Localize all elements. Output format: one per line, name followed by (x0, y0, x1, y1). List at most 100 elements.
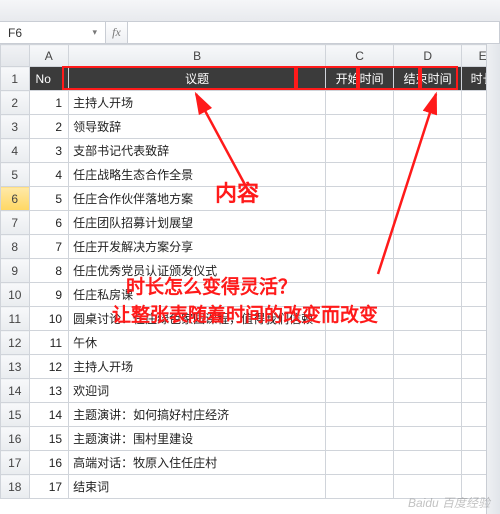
row-header[interactable]: 10 (1, 283, 30, 307)
cell-start[interactable] (326, 115, 394, 139)
cell-no[interactable]: 6 (29, 211, 69, 235)
cell-no[interactable]: 12 (29, 355, 69, 379)
cell-start[interactable] (326, 355, 394, 379)
cell-no[interactable]: 10 (29, 307, 69, 331)
col-A[interactable]: A (29, 45, 69, 67)
row-header[interactable]: 11 (1, 307, 30, 331)
cell-topic[interactable]: 任庄合作伙伴落地方案 (69, 187, 326, 211)
cell-end[interactable] (394, 331, 462, 355)
cell-start[interactable] (326, 163, 394, 187)
cell-end[interactable] (394, 235, 462, 259)
cell-start[interactable] (326, 235, 394, 259)
cell-no[interactable]: 1 (29, 91, 69, 115)
cell-end[interactable] (394, 355, 462, 379)
fx-icon[interactable]: fx (106, 22, 128, 43)
cell-start[interactable] (326, 259, 394, 283)
cell-topic[interactable]: 主持人开场 (69, 91, 326, 115)
spreadsheet-grid[interactable]: A B C D E 1 No 议题 开始时间 结束时间 时长 21主持人开场32… (0, 44, 500, 514)
cell-end[interactable] (394, 139, 462, 163)
cell-start[interactable] (326, 331, 394, 355)
cell-topic[interactable]: 领导致辞 (69, 115, 326, 139)
cell-no[interactable]: 7 (29, 235, 69, 259)
hdr-start[interactable]: 开始时间 (326, 67, 394, 91)
cell-end[interactable] (394, 379, 462, 403)
cell-no[interactable]: 17 (29, 475, 69, 499)
col-C[interactable]: C (326, 45, 394, 67)
cell-no[interactable]: 4 (29, 163, 69, 187)
cell-end[interactable] (394, 475, 462, 499)
cell-start[interactable] (326, 139, 394, 163)
hdr-topic[interactable]: 议题 (69, 67, 326, 91)
col-D[interactable]: D (394, 45, 462, 67)
cell-end[interactable] (394, 115, 462, 139)
formula-bar[interactable] (128, 22, 500, 43)
row-header[interactable]: 2 (1, 91, 30, 115)
cell-topic[interactable]: 任庄优秀党员认证颁发仪式 (69, 259, 326, 283)
cell-start[interactable] (326, 451, 394, 475)
cell-end[interactable] (394, 187, 462, 211)
cell-topic[interactable]: 午休 (69, 331, 326, 355)
row-header[interactable]: 14 (1, 379, 30, 403)
row-header[interactable]: 13 (1, 355, 30, 379)
select-all-corner[interactable] (1, 45, 30, 67)
cell-no[interactable]: 11 (29, 331, 69, 355)
row-header[interactable]: 3 (1, 115, 30, 139)
cell-topic[interactable]: 主题演讲：围村里建设 (69, 427, 326, 451)
cell-no[interactable]: 13 (29, 379, 69, 403)
name-box-dropdown-icon[interactable]: ▾ (92, 27, 97, 38)
hdr-no[interactable]: No (29, 67, 69, 91)
cell-end[interactable] (394, 403, 462, 427)
row-header[interactable]: 12 (1, 331, 30, 355)
cell-no[interactable]: 15 (29, 427, 69, 451)
row-header[interactable]: 5 (1, 163, 30, 187)
row-header[interactable]: 4 (1, 139, 30, 163)
cell-end[interactable] (394, 259, 462, 283)
row-header[interactable]: 15 (1, 403, 30, 427)
row-header[interactable]: 7 (1, 211, 30, 235)
row-header[interactable]: 9 (1, 259, 30, 283)
hdr-end[interactable]: 结束时间 (394, 67, 462, 91)
cell-start[interactable] (326, 211, 394, 235)
cell-no[interactable]: 9 (29, 283, 69, 307)
cell-start[interactable] (326, 379, 394, 403)
cell-topic[interactable]: 任庄开发解决方案分享 (69, 235, 326, 259)
cell-start[interactable] (326, 91, 394, 115)
cell-topic[interactable]: 任庄私房课 (69, 283, 326, 307)
cell-topic[interactable]: 欢迎词 (69, 379, 326, 403)
cell-topic[interactable]: 主持人开场 (69, 355, 326, 379)
cell-end[interactable] (394, 211, 462, 235)
row-header[interactable]: 17 (1, 451, 30, 475)
cell-no[interactable]: 3 (29, 139, 69, 163)
cell-start[interactable] (326, 187, 394, 211)
cell-topic[interactable]: 结束词 (69, 475, 326, 499)
cell-start[interactable] (326, 427, 394, 451)
cell-end[interactable] (394, 451, 462, 475)
col-B[interactable]: B (69, 45, 326, 67)
row-header[interactable]: 6 (1, 187, 30, 211)
row-header[interactable]: 18 (1, 475, 30, 499)
cell-no[interactable]: 8 (29, 259, 69, 283)
cell-start[interactable] (326, 307, 394, 331)
cell-topic[interactable]: 主题演讲：如何搞好村庄经济 (69, 403, 326, 427)
cell-no[interactable]: 16 (29, 451, 69, 475)
cell-no[interactable]: 2 (29, 115, 69, 139)
name-box[interactable]: F6 ▾ (0, 22, 106, 43)
vertical-scrollbar[interactable] (486, 44, 500, 514)
cell-end[interactable] (394, 427, 462, 451)
cell-end[interactable] (394, 91, 462, 115)
cell-topic[interactable]: 圆桌讨论：任庄绿色家园课程，值得我们信赖 (69, 307, 326, 331)
cell-end[interactable] (394, 163, 462, 187)
row-1-header[interactable]: 1 (1, 67, 30, 91)
cell-no[interactable]: 14 (29, 403, 69, 427)
cell-start[interactable] (326, 475, 394, 499)
cell-no[interactable]: 5 (29, 187, 69, 211)
cell-topic[interactable]: 任庄团队招募计划展望 (69, 211, 326, 235)
cell-topic[interactable]: 任庄战略生态合作全景 (69, 163, 326, 187)
cell-end[interactable] (394, 283, 462, 307)
cell-start[interactable] (326, 403, 394, 427)
cell-end[interactable] (394, 307, 462, 331)
cell-start[interactable] (326, 283, 394, 307)
row-header[interactable]: 16 (1, 427, 30, 451)
cell-topic[interactable]: 高端对话：牧原入住任庄村 (69, 451, 326, 475)
row-header[interactable]: 8 (1, 235, 30, 259)
